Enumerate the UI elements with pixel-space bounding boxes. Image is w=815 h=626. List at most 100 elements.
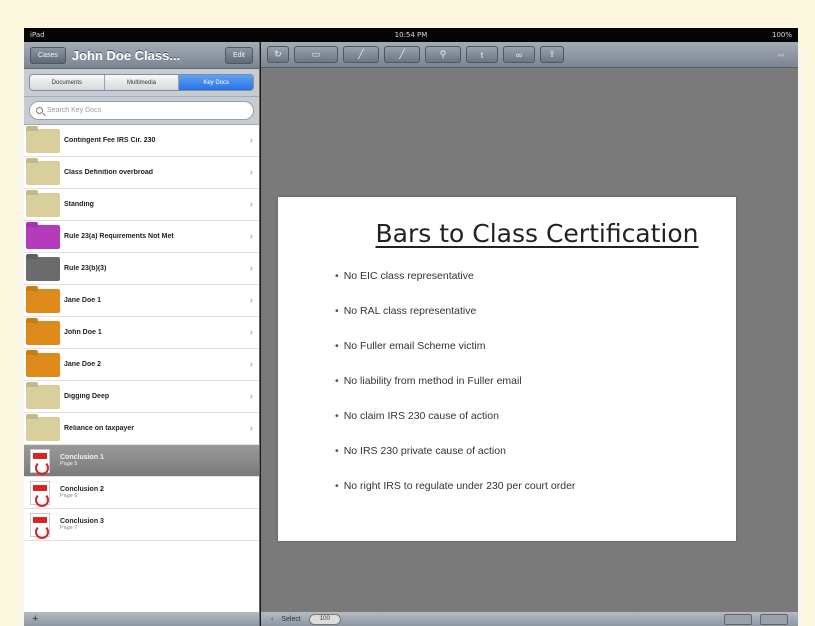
document-row[interactable]: Conclusion 1 Page 5 — [24, 445, 259, 477]
slide-bullet: No claim IRS 230 cause of action — [335, 409, 575, 444]
folder-label: Rule 23(b)(3) — [64, 265, 107, 272]
back-arrow-icon[interactable]: ‹ — [271, 616, 273, 623]
chevron-right-icon: › — [249, 391, 253, 402]
folder-row[interactable]: Rule 23(a) Requirements Not Met › — [24, 221, 259, 253]
back-button[interactable]: Cases — [30, 46, 66, 64]
chevron-right-icon: › — [249, 295, 253, 306]
left-panel: Cases John Doe Class... Edit Documents M… — [24, 42, 260, 626]
slide-title: Bars to Class Certification — [375, 219, 699, 248]
ipad-screen: iPad 10:54 PM 100% Cases John Doe Class.… — [24, 28, 798, 626]
slide-bullet: No RAL class representative — [335, 304, 575, 339]
slide-bullet: No liability from method in Fuller email — [335, 374, 575, 409]
folder-icon — [26, 288, 60, 313]
document-text: Conclusion 2 Page 6 — [60, 486, 104, 499]
folder-label: Jane Doe 1 — [64, 297, 101, 304]
folder-row[interactable]: John Doe 1 › — [24, 317, 259, 349]
device-label: iPad — [30, 31, 45, 39]
chevron-right-icon: › — [249, 327, 253, 338]
next-page-button[interactable] — [760, 613, 788, 625]
pdf-icon — [30, 480, 50, 507]
document-title: Conclusion 3 — [60, 518, 104, 525]
text-tool-icon[interactable]: t — [466, 46, 498, 63]
highlighter-icon[interactable]: ╱ — [343, 46, 379, 63]
prev-page-button[interactable] — [724, 613, 752, 625]
segment-bar: Documents Multimedia Key Docs — [24, 69, 259, 97]
document-text: Conclusion 3 Page 7 — [60, 518, 104, 531]
segment-documents[interactable]: Documents — [30, 75, 105, 90]
folder-label: John Doe 1 — [64, 329, 102, 336]
folder-icon — [26, 192, 60, 217]
document-page: Page 6 — [60, 493, 78, 499]
edit-button[interactable]: Edit — [224, 46, 253, 64]
share-icon[interactable]: ⇪ — [540, 46, 564, 63]
folder-label: Standing — [64, 201, 94, 208]
folder-row[interactable]: Digging Deep › — [24, 381, 259, 413]
clock: 10:54 PM — [394, 31, 428, 39]
document-viewer: ↻ ▭ ╱ ╱ ⚲ t ∞ ⇪ ◦◦ Bars to Class Certifi… — [261, 42, 798, 626]
chevron-right-icon: › — [249, 423, 253, 434]
left-bottom-toolbar: + — [24, 612, 259, 626]
slide-bullet: No Fuller email Scheme victim — [335, 339, 575, 374]
document-row[interactable]: Conclusion 3 Page 7 — [24, 509, 259, 541]
folder-label: Digging Deep — [64, 393, 110, 400]
folder-label: Rule 23(a) Requirements Not Met — [64, 233, 174, 240]
add-icon[interactable]: + — [32, 613, 38, 625]
folder-label: Class Definition overbroad — [64, 169, 154, 176]
battery-indicator: 100% — [771, 31, 792, 39]
chevron-right-icon: › — [249, 199, 253, 210]
slide-bullet: No IRS 230 private cause of action — [335, 444, 575, 479]
folder-icon — [26, 352, 60, 377]
refresh-icon[interactable]: ↻ — [267, 46, 289, 63]
page-tool-icon[interactable]: ▭ — [294, 46, 338, 63]
folder-row[interactable]: Rule 23(b)(3) › — [24, 253, 259, 285]
search-placeholder: Search Key Docs — [47, 107, 102, 114]
folder-icon — [26, 384, 60, 409]
document-title: Conclusion 1 — [60, 454, 104, 461]
segment-multimedia[interactable]: Multimedia — [104, 75, 180, 90]
document-title: Conclusion 2 — [60, 486, 104, 493]
folder-row[interactable]: Standing › — [24, 189, 259, 221]
folder-label: Reliance on taxpayer — [64, 425, 135, 432]
zoom-pill[interactable]: 100 — [308, 613, 341, 625]
folder-icon — [26, 416, 60, 441]
folder-label: Contingent Fee IRS Cir. 230 — [64, 137, 156, 144]
document-text: Conclusion 1 Page 5 — [60, 454, 104, 467]
more-icon[interactable]: ◦◦ — [770, 46, 792, 63]
pushpin-icon[interactable]: ⚲ — [425, 46, 461, 63]
folder-row[interactable]: Jane Doe 1 › — [24, 285, 259, 317]
slide-bullet: No right IRS to regulate under 230 per c… — [335, 479, 576, 514]
folder-icon — [26, 224, 60, 249]
pen-icon[interactable]: ╱ — [384, 46, 420, 63]
case-title: John Doe Class... — [71, 47, 181, 63]
search-input[interactable]: Search Key Docs — [29, 101, 254, 120]
folder-icon — [26, 160, 60, 185]
status-bar: iPad 10:54 PM 100% — [24, 28, 798, 42]
document-page: Page 5 — [60, 461, 78, 467]
folder-icon — [26, 320, 60, 345]
folder-row[interactable]: Jane Doe 2 › — [24, 349, 259, 381]
slide-page: Bars to Class Certification No EIC class… — [278, 197, 736, 541]
folder-row[interactable]: Contingent Fee IRS Cir. 230 › — [24, 125, 259, 157]
folder-icon — [26, 256, 60, 281]
document-page: Page 7 — [60, 525, 78, 531]
slide-bullets: No EIC class representativeNo RAL class … — [335, 269, 576, 514]
slide-bullet: No EIC class representative — [335, 269, 575, 304]
segmented-control: Documents Multimedia Key Docs — [29, 74, 254, 91]
folder-icon — [26, 128, 60, 153]
folder-label: Jane Doe 2 — [64, 361, 101, 368]
chevron-right-icon: › — [249, 135, 253, 146]
viewer-bottom-bar: ‹ Select 100 — [261, 612, 798, 626]
link-icon[interactable]: ∞ — [503, 46, 535, 63]
chevron-right-icon: › — [249, 359, 253, 370]
document-row[interactable]: Conclusion 2 Page 6 — [24, 477, 259, 509]
folder-row[interactable]: Reliance on taxpayer › — [24, 413, 259, 445]
pdf-icon — [30, 448, 50, 475]
chevron-right-icon: › — [249, 167, 253, 178]
chevron-right-icon: › — [249, 263, 253, 274]
folder-row[interactable]: Class Definition overbroad › — [24, 157, 259, 189]
segment-key-docs[interactable]: Key Docs — [179, 75, 253, 90]
select-label: Select — [281, 615, 301, 623]
annotation-toolbar: ↻ ▭ ╱ ╱ ⚲ t ∞ ⇪ ◦◦ — [261, 42, 798, 68]
folder-list: Contingent Fee IRS Cir. 230 › Class Defini… — [24, 125, 259, 445]
chevron-right-icon: › — [249, 231, 253, 242]
